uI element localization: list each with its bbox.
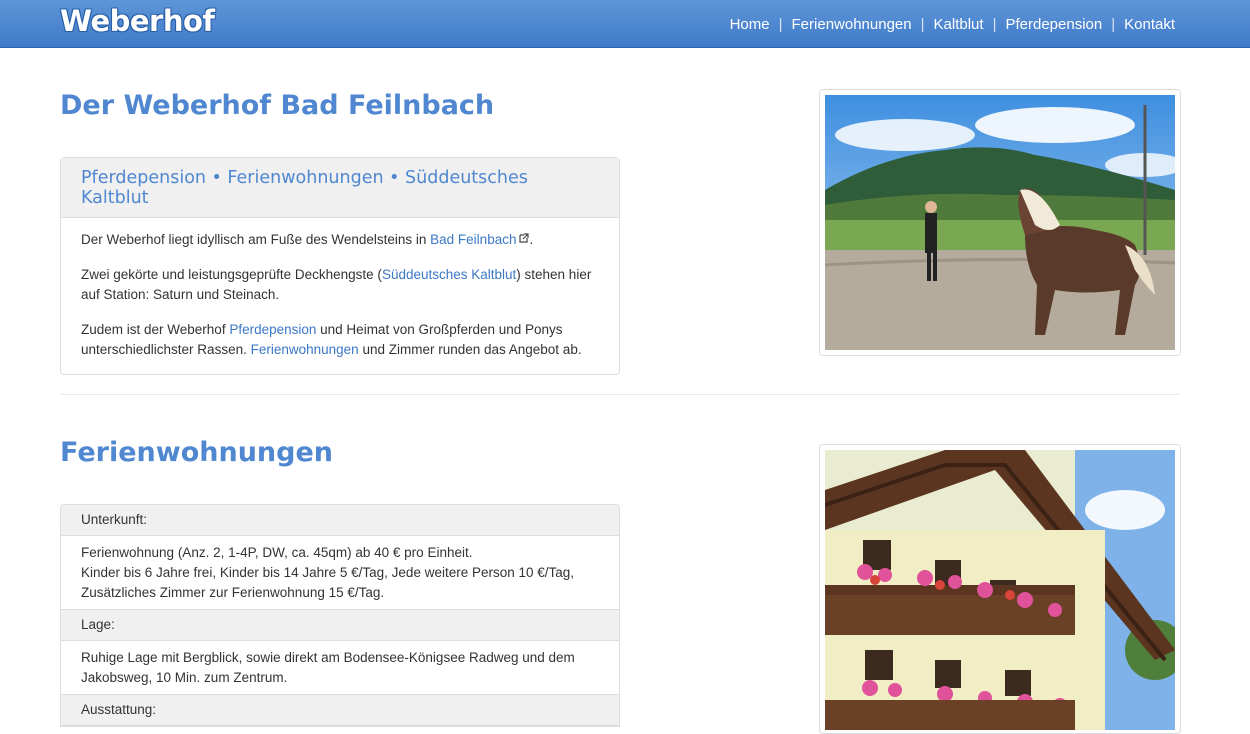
apartment-info-table: Unterkunft: Ferienwohnung (Anz. 2, 1-4P,… [60, 504, 620, 727]
ausstattung-label: Ausstattung: [61, 695, 619, 726]
unterkunft-line: Zusätzliches Zimmer zur Ferienwohnung 15… [81, 585, 385, 600]
nav-kaltblut[interactable]: Kaltblut [934, 16, 984, 33]
house-photo-image [825, 450, 1175, 730]
nav-pferdepension[interactable]: Pferdepension [1005, 16, 1102, 33]
link-kaltblut[interactable]: Süddeutsches Kaltblut [382, 267, 516, 282]
intro-text: und Zimmer runden das Angebot ab. [358, 342, 582, 357]
house-photo [819, 444, 1181, 734]
intro-text: . [529, 232, 534, 247]
unterkunft-text: Ferienwohnung (Anz. 2, 1-4P, DW, ca. 45q… [61, 536, 619, 610]
nav-separator: | [1111, 15, 1116, 33]
brand-logo[interactable]: Weberhof [60, 4, 215, 38]
nav-separator: | [778, 15, 783, 33]
intro-paragraph-2: Zwei gekörte und leistungsgeprüfte Deckh… [81, 265, 599, 305]
unterkunft-line: Kinder bis 6 Jahre frei, Kinder bis 14 J… [81, 565, 575, 580]
section-divider [60, 394, 1180, 395]
nav-home[interactable]: Home [730, 16, 770, 33]
main-nav: Home | Ferienwohnungen | Kaltblut | Pfer… [730, 0, 1175, 48]
horse-photo-image [825, 95, 1175, 350]
intro-text: Der Weberhof liegt idyllisch am Fuße des… [81, 232, 431, 247]
intro-paragraph-3: Zudem ist der Weberhof Pferdepension und… [81, 320, 599, 360]
link-pferdepension[interactable]: Pferdepension [229, 322, 316, 337]
intro-text: Zwei gekörte und leistungsgeprüfte Deckh… [81, 267, 382, 282]
intro-text: Zudem ist der Weberhof [81, 322, 230, 337]
intro-panel-heading: Pferdepension • Ferienwohnungen • Süddeu… [61, 158, 619, 218]
navbar: Weberhof Home | Ferienwohnungen | Kaltbl… [0, 0, 1250, 48]
intro-panel: Pferdepension • Ferienwohnungen • Süddeu… [60, 157, 620, 375]
intro-panel-body: Der Weberhof liegt idyllisch am Fuße des… [61, 218, 619, 374]
unterkunft-label: Unterkunft: [61, 505, 619, 536]
nav-kontakt[interactable]: Kontakt [1124, 16, 1175, 33]
link-bad-feilnbach[interactable]: Bad Feilnbach [430, 232, 516, 247]
nav-separator: | [920, 15, 925, 33]
link-ferienwohnungen[interactable]: Ferienwohnungen [251, 342, 359, 357]
horse-photo [819, 89, 1181, 356]
section-title-ferienwohnungen: Ferienwohnungen [60, 437, 334, 468]
intro-paragraph-1: Der Weberhof liegt idyllisch am Fuße des… [81, 230, 599, 250]
external-link-icon[interactable] [519, 233, 530, 243]
nav-ferienwohnungen[interactable]: Ferienwohnungen [792, 16, 912, 33]
unterkunft-line: Ferienwohnung (Anz. 2, 1-4P, DW, ca. 45q… [81, 545, 473, 560]
lage-text: Ruhige Lage mit Bergblick, sowie direkt … [61, 641, 619, 695]
nav-separator: | [992, 15, 997, 33]
page-title: Der Weberhof Bad Feilnbach [60, 90, 495, 121]
lage-label: Lage: [61, 610, 619, 641]
